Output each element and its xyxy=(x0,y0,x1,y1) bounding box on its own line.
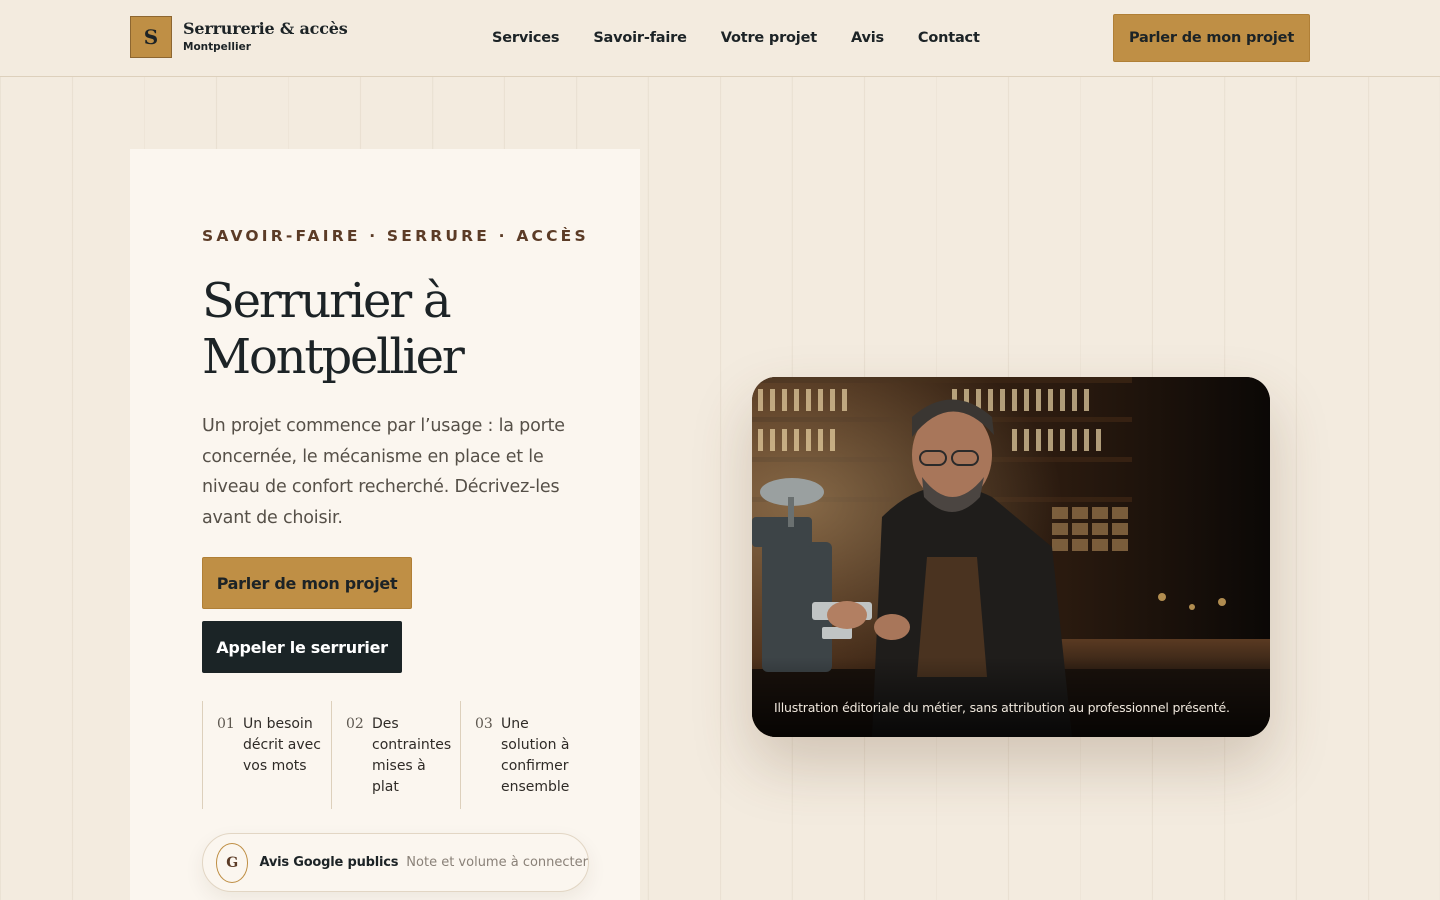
call-locksmith-button[interactable]: Appeler le serrurier xyxy=(202,621,402,673)
hero-card: SAVOIR-FAIRE · SERRURE · ACCÈS Serrurier… xyxy=(130,149,640,900)
nav-link-contact[interactable]: Contact xyxy=(918,30,980,46)
locksmith-photo: Illustration éditoriale du métier, sans … xyxy=(752,377,1270,737)
header-cta-button[interactable]: Parler de mon projet xyxy=(1113,14,1310,62)
step-item: 02 Des contraintes mises à plat xyxy=(331,701,460,809)
photo-caption: Illustration éditoriale du métier, sans … xyxy=(774,700,1230,715)
step-text: Une solution à confirmer ensemble xyxy=(501,716,570,795)
step-number: 03 xyxy=(475,716,493,732)
nav-link-savoir-faire[interactable]: Savoir-faire xyxy=(593,30,687,46)
hero-lead: Un projet commence par l’usage : la port… xyxy=(202,416,565,528)
step-item: 01 Un besoin décrit avec vos mots xyxy=(202,701,331,809)
top-bar: S Serrurerie & accès Montpellier Service… xyxy=(0,0,1440,77)
google-icon: G xyxy=(216,842,249,883)
nav-link-votre-projet[interactable]: Votre projet xyxy=(721,30,817,46)
brand-name: Serrurerie & accès xyxy=(183,19,348,38)
workshop-illustration xyxy=(752,377,1270,737)
nav-link-services[interactable]: Services xyxy=(492,30,560,46)
main-nav: Services Savoir-faire Votre projet Avis … xyxy=(492,30,1014,46)
brand-city: Montpellier xyxy=(183,41,251,53)
step-number: 02 xyxy=(346,716,364,732)
step-text: Des contraintes mises à plat xyxy=(372,716,452,795)
step-number: 01 xyxy=(217,716,235,732)
steps-list: 01 Un besoin décrit avec vos mots 02 Des… xyxy=(202,701,589,809)
hero-eyebrow: SAVOIR-FAIRE · SERRURE · ACCÈS xyxy=(202,227,589,245)
nav-link-avis[interactable]: Avis xyxy=(851,30,884,46)
step-item: 03 Une solution à confirmer ensemble xyxy=(460,701,589,809)
review-note: Note et volume à connecter xyxy=(406,855,588,870)
brand-mark-icon: S xyxy=(130,16,172,58)
brand-text: Serrurerie & accès Montpellier xyxy=(183,19,348,55)
hero-title: Serrurier à Montpellier xyxy=(202,273,465,385)
brand-logo-link[interactable]: S Serrurerie & accès Montpellier xyxy=(130,16,348,58)
primary-cta-button[interactable]: Parler de mon projet xyxy=(202,557,412,609)
google-reviews-badge[interactable]: G Avis Google publics Note et volume à c… xyxy=(202,833,589,892)
review-title: Avis Google publics xyxy=(259,855,399,870)
step-text: Un besoin décrit avec vos mots xyxy=(243,716,321,774)
